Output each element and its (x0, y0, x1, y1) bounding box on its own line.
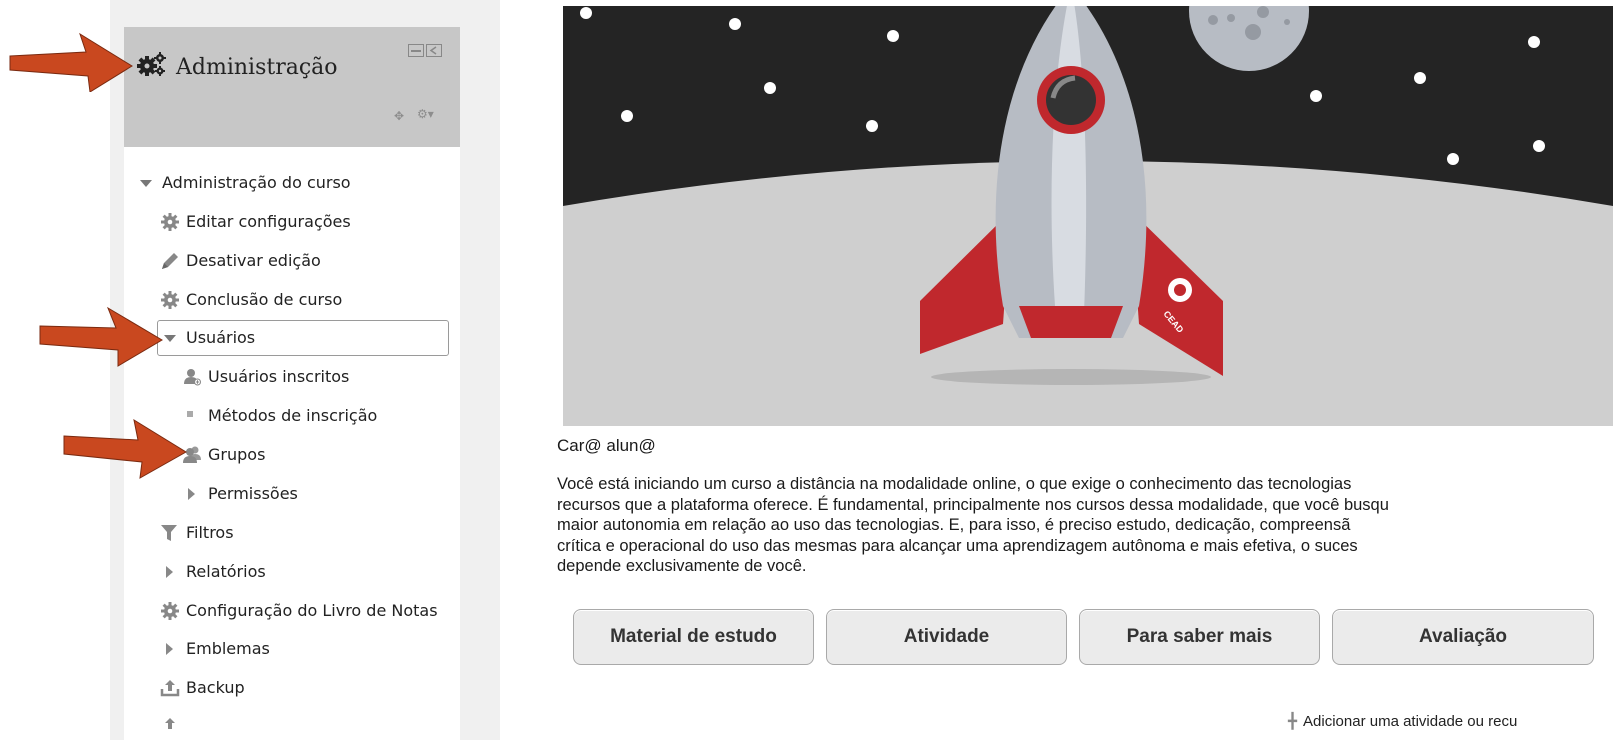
gear-icon (160, 601, 180, 621)
dock-block-icon[interactable] (408, 43, 444, 62)
cogs-icon (136, 51, 168, 83)
intro-paragraph: Você está iniciando um curso a distância… (557, 474, 1613, 577)
tree-item-groups[interactable]: Grupos (183, 445, 265, 465)
tree-item-course-completion[interactable]: Conclusão de curso (161, 290, 342, 310)
block-header: Administração ✥ ⚙▾ (124, 27, 460, 147)
gear-icon (160, 212, 180, 232)
intro-line: depende exclusivamente de você. (557, 557, 807, 575)
pencil-icon (160, 251, 180, 271)
tree-item-course-admin[interactable]: Administração do curso (140, 173, 351, 193)
tree-item-permissions[interactable]: Permissões (188, 484, 298, 504)
block-title: Administração (176, 55, 338, 80)
annotation-arrow-icon (63, 418, 187, 479)
evaluation-button[interactable]: Avaliação (1332, 609, 1594, 665)
activity-button[interactable]: Atividade (826, 609, 1067, 665)
move-icon[interactable]: ✥ (394, 109, 404, 123)
download-icon (160, 716, 180, 736)
tree-item-disable-editing[interactable]: Desativar edição (162, 251, 321, 271)
user-enrol-icon (182, 367, 202, 387)
annotation-arrow-icon (39, 306, 163, 367)
upload-icon (160, 678, 180, 698)
rocket-banner-image: CEAD (563, 6, 1613, 426)
plus-icon: ╋ (1288, 713, 1298, 730)
intro-line: Você está iniciando um curso a distância… (557, 475, 1352, 493)
tree-item-backup[interactable]: Backup (160, 678, 245, 698)
tree-item-edit-settings[interactable]: Editar configurações (161, 212, 351, 232)
greeting-text: Car@ alun@ (557, 436, 656, 455)
gear-menu-icon[interactable]: ⚙▾ (417, 107, 434, 121)
study-material-button[interactable]: Material de estudo (573, 609, 814, 665)
tree-item-reports[interactable]: Relatórios (166, 562, 266, 582)
triangle-right-icon (182, 484, 202, 504)
intro-line: crítica e operacional do uso das mesmas … (557, 536, 1358, 555)
learn-more-button[interactable]: Para saber mais (1079, 609, 1320, 665)
tree-item-filters[interactable]: Filtros (161, 523, 234, 543)
filter-icon (160, 523, 180, 543)
tree-item-badges[interactable]: Emblemas (166, 639, 270, 659)
intro-line: recursos que a plataforma oferece. É fun… (557, 495, 1389, 514)
intro-line: maior autonomia em relação ao uso das te… (557, 516, 1351, 534)
tree-item-enrolled-users[interactable]: Usuários inscritos (184, 367, 349, 387)
annotation-arrow-icon (9, 32, 133, 92)
tree-item-users[interactable]: Usuários (164, 328, 255, 348)
triangle-right-icon (160, 639, 180, 659)
tree-item-gradebook-setup[interactable]: Configuração do Livro de Notas (161, 601, 438, 621)
triangle-down-icon (136, 173, 156, 193)
triangle-right-icon (160, 562, 180, 582)
add-activity-link[interactable]: ╋ Adicionar uma atividade ou recu (1288, 712, 1517, 730)
tree-item-enrolment-methods[interactable]: Métodos de inscrição (187, 406, 377, 426)
